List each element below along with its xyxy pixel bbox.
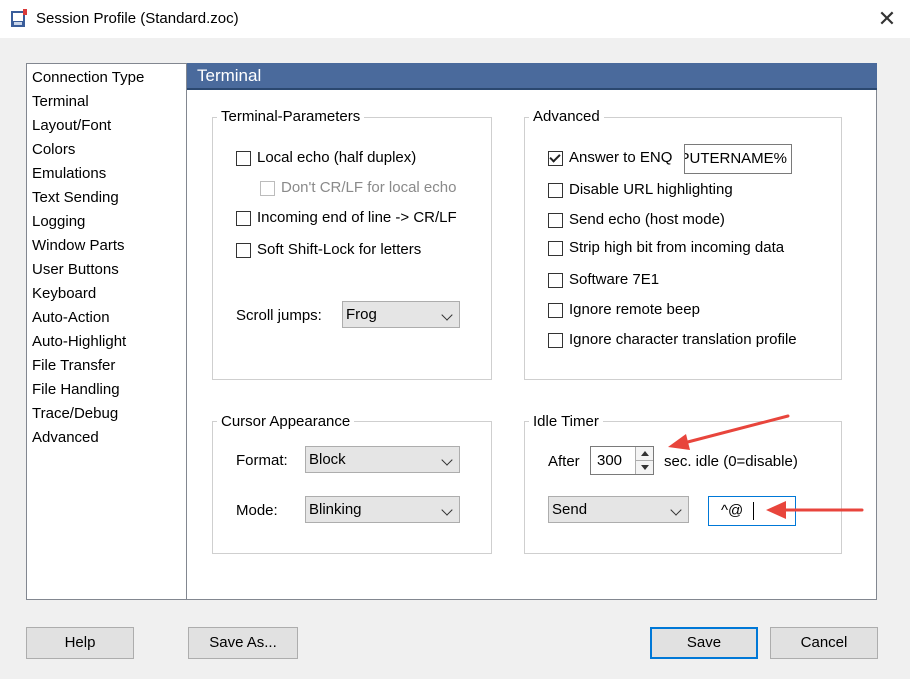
cursor-mode-dropdown[interactable]: Blinking — [305, 496, 460, 523]
sidebar-item-layout-font[interactable]: Layout/Font — [32, 117, 111, 134]
local-echo-label: Local echo (half duplex) — [257, 149, 417, 166]
checkbox-box[interactable] — [548, 303, 563, 318]
checkbox-box[interactable] — [548, 333, 563, 348]
enq-answer-input[interactable]: COMPUTERNAME% — [684, 144, 792, 174]
sidebar-item-connection-type[interactable]: Connection Type — [32, 69, 144, 86]
scroll-jumps-label: Scroll jumps: — [236, 307, 322, 324]
cursor-mode-value: Blinking — [309, 501, 362, 518]
annotation-arrow-icon — [668, 414, 790, 450]
sidebar-item-emulations[interactable]: Emulations — [32, 165, 106, 182]
send-echo-label: Send echo (host mode) — [569, 211, 725, 228]
cursor-appearance-group — [212, 421, 492, 554]
sidebar-item-terminal[interactable]: Terminal — [32, 93, 89, 110]
close-icon[interactable]: ✕ — [872, 4, 902, 34]
after-label: After — [548, 453, 580, 470]
text-caret — [753, 502, 754, 520]
mode-label: Mode: — [236, 502, 278, 519]
sidebar-item-trace-debug[interactable]: Trace/Debug — [32, 405, 118, 422]
checkbox-box[interactable] — [236, 243, 251, 258]
sidebar: Connection Type Terminal Layout/Font Col… — [26, 63, 187, 600]
cursor-appearance-label: Cursor Appearance — [217, 413, 355, 430]
checkbox-box[interactable] — [548, 183, 563, 198]
strip-high-bit-label: Strip high bit from incoming data — [569, 239, 785, 256]
checkbox-box[interactable] — [236, 151, 251, 166]
chevron-down-icon — [441, 454, 453, 466]
ignore-translation-label: Ignore character translation profile — [569, 331, 797, 348]
save-as-button[interactable]: Save As... — [188, 627, 298, 659]
chevron-down-icon — [441, 309, 453, 321]
advanced-label: Advanced — [529, 108, 604, 125]
sidebar-item-auto-action[interactable]: Auto-Action — [32, 309, 110, 326]
terminal-parameters-label: Terminal-Parameters — [217, 108, 365, 125]
sidebar-item-colors[interactable]: Colors — [32, 141, 75, 158]
idle-seconds-spinner[interactable]: 300 — [590, 446, 654, 475]
idle-action-value: Send — [552, 501, 588, 518]
sidebar-item-logging[interactable]: Logging — [32, 213, 85, 230]
scroll-jumps-value: Frog — [346, 306, 377, 323]
sidebar-item-text-sending[interactable]: Text Sending — [32, 189, 119, 206]
software-7e1-label: Software 7E1 — [569, 271, 660, 288]
enq-answer-value: COMPUTERNAME% — [685, 150, 787, 167]
idle-send-value: ^@ — [721, 502, 744, 519]
ignore-beep-label: Ignore remote beep — [569, 301, 700, 318]
format-label: Format: — [236, 452, 288, 469]
annotation-arrow-icon — [766, 501, 864, 519]
chevron-down-icon — [670, 504, 682, 516]
checkbox-box[interactable] — [236, 211, 251, 226]
checkbox-box[interactable] — [548, 213, 563, 228]
spin-down-icon[interactable] — [635, 461, 653, 474]
soft-shift-label: Soft Shift-Lock for letters — [257, 241, 422, 258]
panel-header — [187, 63, 877, 90]
sidebar-item-keyboard[interactable]: Keyboard — [32, 285, 96, 302]
cursor-format-value: Block — [309, 451, 346, 468]
window-title: Session Profile (Standard.zoc) — [36, 10, 239, 27]
sidebar-item-window-parts[interactable]: Window Parts — [32, 237, 125, 254]
incoming-eol-label: Incoming end of line -> CR/LF — [257, 209, 457, 226]
sidebar-item-user-buttons[interactable]: User Buttons — [32, 261, 119, 278]
checkbox-box[interactable] — [548, 273, 563, 288]
idle-seconds-value: 300 — [597, 452, 623, 469]
save-button[interactable]: Save — [650, 627, 758, 659]
answer-enq-label: Answer to ENQ — [569, 149, 673, 166]
scroll-jumps-dropdown[interactable]: Frog — [342, 301, 460, 328]
no-crlf-label: Don't CR/LF for local echo — [281, 179, 457, 196]
disable-url-label: Disable URL highlighting — [569, 181, 733, 198]
checkbox-box[interactable] — [548, 241, 563, 256]
sidebar-item-file-transfer[interactable]: File Transfer — [32, 357, 115, 374]
sidebar-item-auto-highlight[interactable]: Auto-Highlight — [32, 333, 126, 350]
panel-title: Terminal — [197, 66, 262, 85]
spin-up-icon[interactable] — [635, 447, 653, 461]
idle-action-dropdown[interactable]: Send — [548, 496, 689, 523]
chevron-down-icon — [441, 504, 453, 516]
checkbox-box[interactable] — [548, 151, 563, 166]
checkbox-box — [260, 181, 275, 196]
idle-timer-label: Idle Timer — [529, 413, 603, 430]
app-icon — [10, 9, 28, 29]
cancel-button[interactable]: Cancel — [770, 627, 878, 659]
sidebar-item-file-handling[interactable]: File Handling — [32, 381, 120, 398]
cursor-format-dropdown[interactable]: Block — [305, 446, 460, 473]
sidebar-item-advanced[interactable]: Advanced — [32, 429, 99, 446]
help-button[interactable]: Help — [26, 627, 134, 659]
